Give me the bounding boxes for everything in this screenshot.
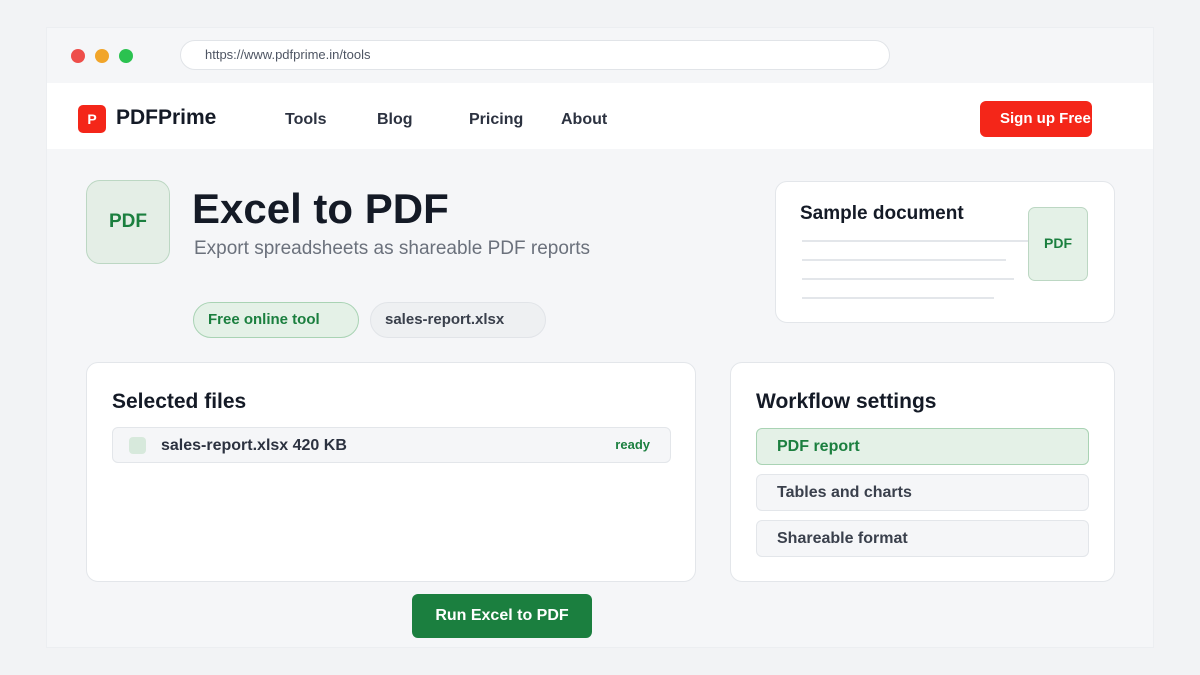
selected-files-panel: Selected files sales-report.xlsx 420 KB … (86, 362, 696, 582)
nav-link-blog[interactable]: Blog (377, 110, 413, 130)
free-tool-badge: Free online tool (193, 302, 359, 338)
address-bar[interactable]: https://www.pdfprime.in/tools (180, 40, 890, 70)
document-text-line (802, 240, 1038, 242)
pdf-tool-icon: PDF (86, 180, 170, 264)
document-text-line (802, 297, 994, 299)
filename-chip: sales-report.xlsx (370, 302, 546, 338)
workflow-settings-title: Workflow settings (756, 390, 937, 413)
browser-chrome: https://www.pdfprime.in/tools (47, 28, 1153, 83)
file-checkbox-icon[interactable] (129, 437, 146, 454)
file-status-badge: ready (615, 437, 650, 452)
nav-link-tools[interactable]: Tools (285, 110, 326, 130)
document-text-line (802, 278, 1014, 280)
nav-link-pricing[interactable]: Pricing (469, 110, 523, 130)
nav-link-about[interactable]: About (561, 110, 607, 130)
option-tables-and-charts[interactable]: Tables and charts (756, 474, 1089, 511)
minimize-window-icon[interactable] (95, 49, 109, 63)
sample-document-title: Sample document (800, 203, 964, 224)
close-window-icon[interactable] (71, 49, 85, 63)
run-conversion-button[interactable]: Run Excel to PDF (412, 594, 592, 638)
logo-icon[interactable]: P (78, 105, 106, 133)
option-pdf-report[interactable]: PDF report (756, 428, 1089, 465)
selected-files-title: Selected files (112, 390, 247, 413)
option-shareable-format[interactable]: Shareable format (756, 520, 1089, 557)
site-header: P PDFPrime Tools Blog Pricing About Sign… (47, 83, 1153, 149)
workflow-settings-panel: Workflow settings PDF report Tables and … (730, 362, 1115, 582)
pdf-file-icon: PDF (1028, 207, 1088, 281)
browser-window: https://www.pdfprime.in/tools P PDFPrime… (47, 28, 1153, 647)
brand-name[interactable]: PDFPrime (116, 105, 216, 131)
signup-button[interactable]: Sign up Free (980, 101, 1092, 137)
file-name: sales-report.xlsx 420 KB (161, 437, 347, 454)
page-subtitle: Export spreadsheets as shareable PDF rep… (194, 238, 591, 259)
page-title: Excel to PDF (192, 185, 449, 232)
sample-document-card: Sample document PDF (775, 181, 1115, 323)
file-list-item[interactable]: sales-report.xlsx 420 KB ready (112, 427, 671, 463)
maximize-window-icon[interactable] (119, 49, 133, 63)
document-text-line (802, 259, 1006, 261)
